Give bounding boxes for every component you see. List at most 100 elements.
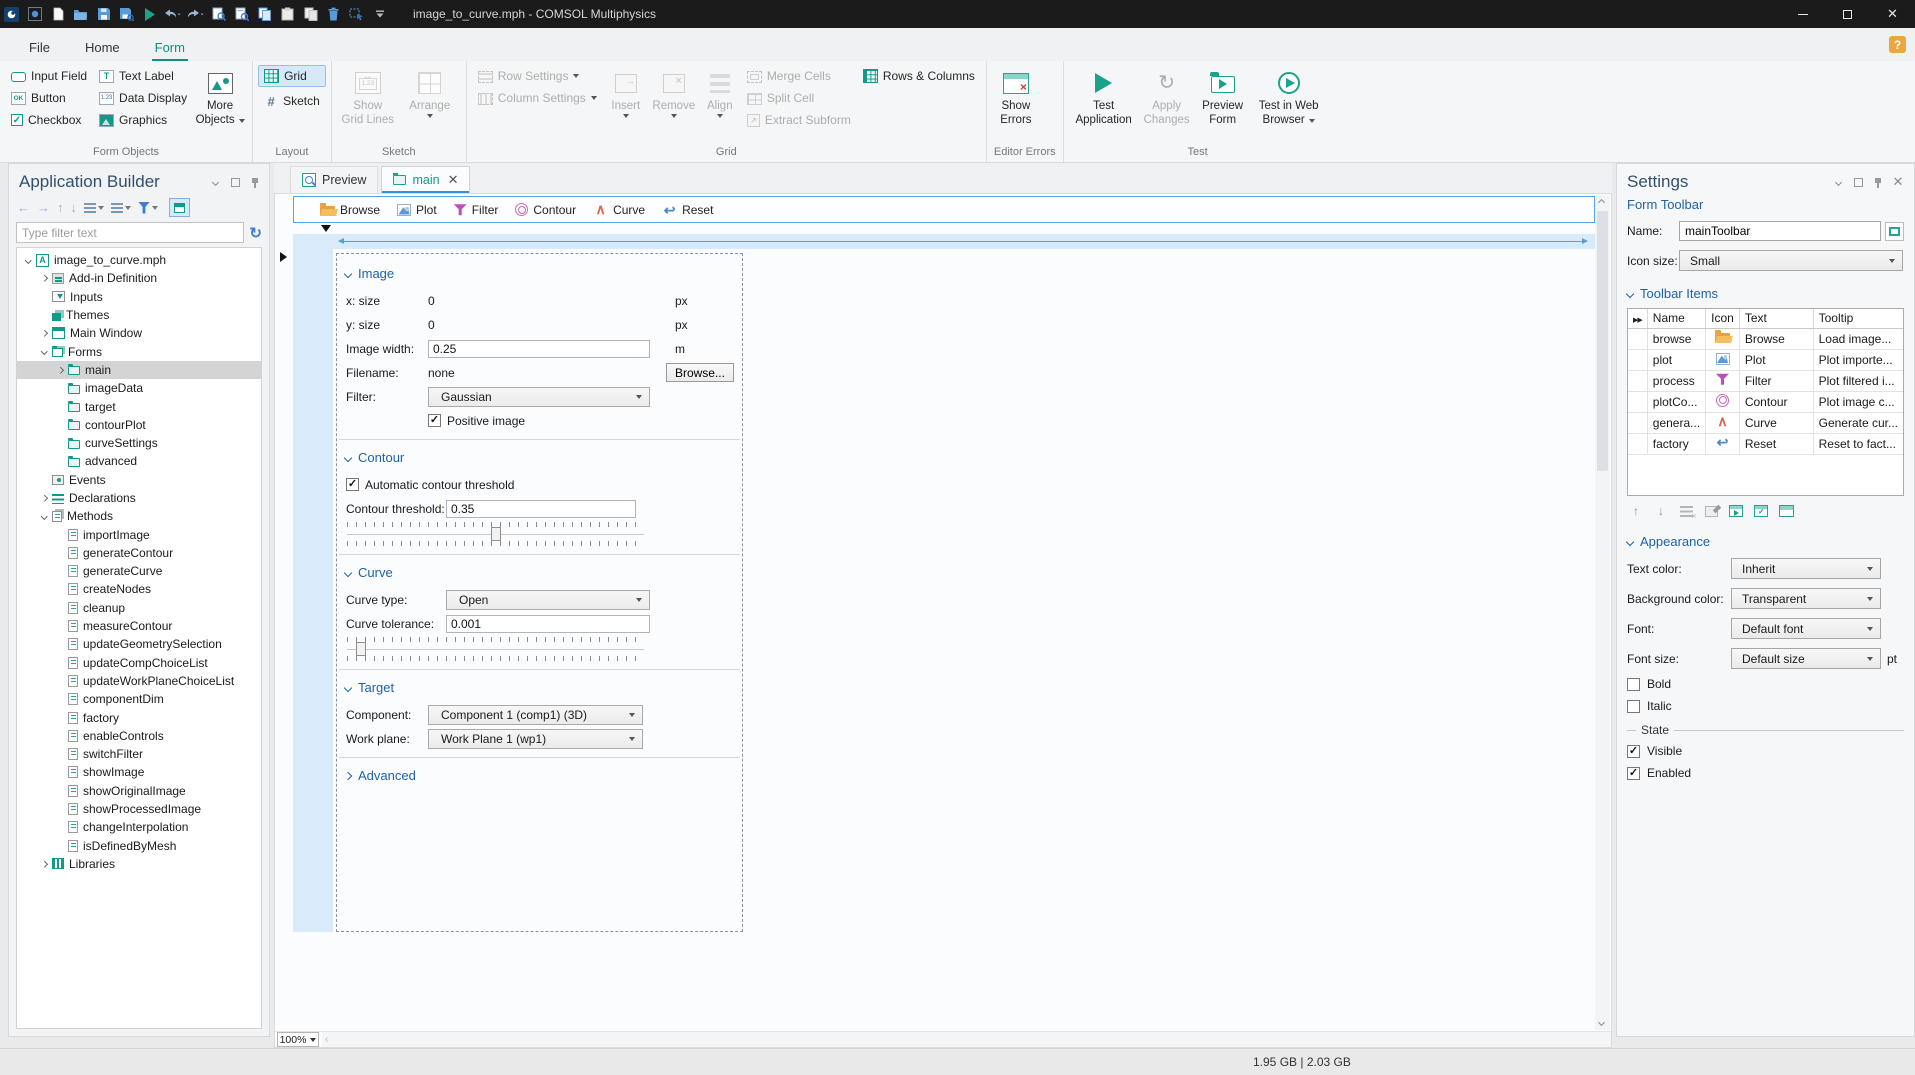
preview-selection-icon[interactable]	[207, 3, 230, 25]
filter-icon[interactable]	[136, 199, 160, 217]
tree-expander-icon[interactable]	[37, 494, 52, 502]
tree-item-Main Window[interactable]: Main Window	[17, 324, 261, 342]
grid-column-band[interactable]	[293, 234, 1595, 249]
zoom-control[interactable]: 100%	[277, 1032, 319, 1047]
tree-item-Methods[interactable]: Methods	[17, 507, 261, 525]
menu-form[interactable]: Form	[151, 33, 188, 61]
menu-home[interactable]: Home	[82, 33, 123, 61]
tree-expander-icon[interactable]	[37, 275, 52, 282]
curve-tolerance-slider[interactable]	[347, 637, 644, 661]
forward-arrow-icon[interactable]: →	[35, 199, 52, 217]
section-contour-header[interactable]: Contour	[337, 446, 742, 471]
ribbon-rows-and-columns[interactable]: Rows & Columns	[857, 65, 981, 87]
tree-expander-icon[interactable]	[37, 513, 52, 520]
toolbar-items-table[interactable]: ▶▶ Name Icon Text Tooltip browse Browse Lo…	[1627, 308, 1904, 496]
save-as-icon[interactable]	[115, 3, 138, 25]
delete-item-icon[interactable]	[1677, 503, 1697, 521]
form-toolbar-curve[interactable]: Curve	[593, 203, 645, 217]
text-color-dropdown[interactable]: Inherit	[1731, 558, 1881, 579]
tree-item-cleanup[interactable]: cleanup	[17, 599, 261, 617]
open-file-icon[interactable]	[69, 3, 92, 25]
ribbon-sketch-toggle[interactable]: Sketch	[258, 90, 326, 112]
move-down-icon[interactable]: ↓	[1652, 503, 1670, 519]
refresh-icon[interactable]: ↻	[249, 224, 262, 242]
positive-image-checkbox[interactable]	[428, 414, 441, 427]
tree-expander-icon[interactable]	[53, 366, 68, 374]
ribbon-grid-toggle[interactable]: Grid	[258, 65, 326, 87]
image-width-input[interactable]	[428, 339, 650, 358]
form-toolbar-reset[interactable]: Reset	[662, 203, 713, 217]
tree-item-Add-in Definition[interactable]: Add-in Definition	[17, 269, 261, 287]
filter-dropdown[interactable]: Gaussian	[428, 386, 650, 407]
tree-item-factory[interactable]: factory	[17, 708, 261, 726]
rename-icon[interactable]	[1885, 221, 1904, 241]
automatic-contour-threshold-checkbox[interactable]	[346, 478, 359, 491]
icon-column-header[interactable]: Icon	[1705, 309, 1740, 329]
close-button[interactable]: ✕	[1870, 0, 1915, 28]
tree-item-updateWorkPlaneChoiceList[interactable]: updateWorkPlaneChoiceList	[17, 672, 261, 690]
icon-size-dropdown[interactable]: Small	[1679, 250, 1903, 271]
form-toolbar-browse[interactable]: Browse	[320, 202, 380, 217]
add-toggle-item-icon[interactable]	[1752, 503, 1770, 519]
section-target-header[interactable]: Target	[337, 676, 742, 701]
tree-item-target[interactable]: target	[17, 397, 261, 415]
toolbar-item-row-browse[interactable]: browse Browse Load image...	[1628, 328, 1903, 350]
toolbar-item-row-process[interactable]: process Filter Plot filtered i...	[1628, 370, 1903, 392]
panel-collapse-icon[interactable]	[209, 176, 221, 188]
tree-item-Events[interactable]: Events	[17, 471, 261, 489]
contour-threshold-input[interactable]	[446, 499, 636, 518]
move-down-icon[interactable]: ↓	[69, 199, 80, 217]
form-toolbar-filter[interactable]: Filter	[453, 203, 498, 217]
tree-item-measureContour[interactable]: measureContour	[17, 617, 261, 635]
tree-item-importImage[interactable]: importImage	[17, 525, 261, 543]
select-region-icon[interactable]	[345, 3, 368, 25]
delete-icon[interactable]	[322, 3, 345, 25]
form-toolbar-contour[interactable]: Contour	[515, 203, 576, 217]
tree-item-showProcessedImage[interactable]: showProcessedImage	[17, 800, 261, 818]
tree-item-Inputs[interactable]: Inputs	[17, 288, 261, 306]
curve-tolerance-slider-handle[interactable]	[355, 642, 366, 656]
ribbon-button[interactable]: Button	[5, 87, 93, 109]
font-size-dropdown[interactable]: Default size	[1731, 648, 1881, 669]
tree-expander-icon[interactable]	[37, 330, 52, 337]
ribbon-text-label[interactable]: Text Label	[93, 65, 193, 87]
bold-checkbox[interactable]	[1627, 677, 1640, 691]
section-advanced-header[interactable]: Advanced	[337, 764, 742, 789]
ribbon-test-application[interactable]: Test Application	[1069, 65, 1139, 128]
help-icon[interactable]: ?	[1889, 36, 1906, 53]
scroll-left-icon[interactable]: ‹	[325, 1034, 328, 1045]
tab-preview[interactable]: Preview	[290, 166, 379, 193]
browse-button[interactable]: Browse...	[665, 363, 734, 382]
tree-item-switchFilter[interactable]: switchFilter	[17, 745, 261, 763]
horizontal-scrollbar[interactable]: ‹	[322, 1032, 1611, 1047]
contour-threshold-slider[interactable]	[347, 522, 644, 546]
toolbar-item-row-factory[interactable]: factoryResetReset to fact...	[1628, 433, 1903, 455]
show-in-editor-toggle[interactable]	[169, 198, 190, 217]
back-arrow-icon[interactable]: ←	[15, 199, 32, 217]
tree-item-Themes[interactable]: Themes	[17, 306, 261, 324]
ribbon-input-field[interactable]: Input Field	[5, 65, 93, 87]
tree-item-createNodes[interactable]: createNodes	[17, 580, 261, 598]
tree-item-main[interactable]: main	[17, 360, 261, 380]
save-icon[interactable]	[92, 3, 115, 25]
tree-item-updateGeometrySelection[interactable]: updateGeometrySelection	[17, 635, 261, 653]
toolbar-items-header[interactable]: Toolbar Items	[1625, 286, 1904, 301]
add-separator-icon[interactable]	[1777, 503, 1795, 519]
new-file-icon[interactable]	[46, 3, 69, 25]
form-grid-cell[interactable]: Image x: size 0 px y: size 0 px Image width:…	[336, 253, 743, 932]
component-dropdown[interactable]: Component 1 (comp1) (3D)	[428, 704, 643, 725]
move-up-icon[interactable]: ↑	[1627, 503, 1645, 519]
maximize-button[interactable]	[1825, 0, 1870, 28]
expand-all-icon[interactable]	[82, 199, 106, 217]
work-plane-dropdown[interactable]: Work Plane 1 (wp1)	[428, 728, 643, 749]
ribbon-test-in-web-browser[interactable]: Test in Web Browser	[1251, 65, 1327, 128]
panel-pin-icon[interactable]	[1872, 176, 1884, 188]
form-toolbar-selection[interactable]: Browse Plot Filter Contour Curve Reset	[293, 196, 1595, 223]
panel-float-icon[interactable]	[1852, 176, 1864, 188]
form-toolbar-plot[interactable]: Plot	[397, 203, 437, 217]
customize-toolbar-icon[interactable]	[368, 3, 391, 25]
contour-threshold-slider-handle[interactable]	[490, 527, 501, 541]
tree-item-generateContour[interactable]: generateContour	[17, 544, 261, 562]
scroll-up-icon[interactable]	[1597, 198, 1606, 207]
tree-item-Libraries[interactable]: Libraries	[17, 855, 261, 873]
